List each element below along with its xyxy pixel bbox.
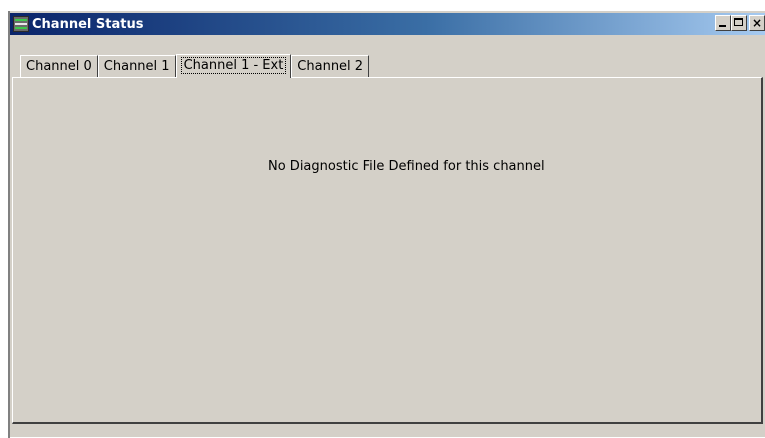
tab-channel-1[interactable]: Channel 1 bbox=[97, 55, 176, 77]
window-controls: × bbox=[715, 15, 765, 31]
title-bar[interactable]: Channel Status × bbox=[10, 13, 765, 35]
window-frame-edge bbox=[8, 11, 10, 438]
tab-label: Channel 1 - Ext bbox=[180, 57, 287, 74]
close-button[interactable]: × bbox=[749, 15, 765, 31]
maximize-button[interactable] bbox=[731, 15, 747, 31]
tab-label: Channel 0 bbox=[26, 59, 92, 74]
close-icon: × bbox=[751, 16, 763, 30]
tab-strip: Channel 0 Channel 1 Channel 1 - Ext Chan… bbox=[20, 53, 370, 78]
tab-label: Channel 1 bbox=[103, 59, 170, 74]
tab-channel-2[interactable]: Channel 2 bbox=[291, 55, 370, 77]
tab-channel-0[interactable]: Channel 0 bbox=[20, 55, 98, 77]
tab-label: Channel 2 bbox=[297, 59, 364, 74]
channel-status-app-icon[interactable] bbox=[13, 16, 29, 32]
channel-status-window: Channel Status × Channel 0 Channel 1 Cha… bbox=[7, 10, 765, 438]
minimize-icon bbox=[719, 25, 726, 27]
tab-panel: No Diagnostic File Defined for this chan… bbox=[12, 77, 763, 424]
window-title: Channel Status bbox=[32, 16, 144, 32]
no-diagnostic-file-message: No Diagnostic File Defined for this chan… bbox=[268, 159, 545, 174]
maximize-icon bbox=[734, 18, 743, 26]
tab-channel-1-ext[interactable]: Channel 1 - Ext bbox=[175, 54, 292, 78]
minimize-button[interactable] bbox=[715, 15, 731, 31]
